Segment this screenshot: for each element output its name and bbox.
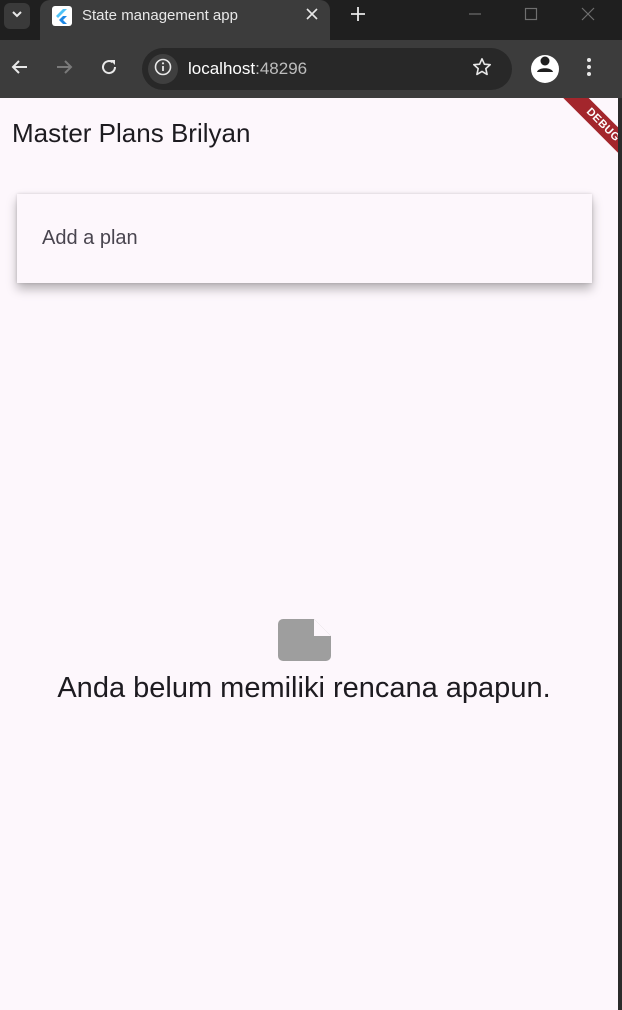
close-icon: [306, 7, 318, 25]
tab-search-button[interactable]: [4, 3, 30, 29]
add-plan-card: [17, 194, 592, 283]
window-close-button[interactable]: [576, 4, 600, 28]
close-icon: [581, 7, 595, 26]
url-text: localhost:48296: [188, 59, 307, 79]
reload-button[interactable]: [96, 56, 122, 82]
tab-close-button[interactable]: [302, 6, 322, 26]
info-icon: [154, 58, 172, 81]
forward-button[interactable]: [51, 56, 77, 82]
browser-toolbar: localhost:48296: [0, 40, 622, 98]
reload-icon: [100, 58, 118, 81]
maximize-button[interactable]: [519, 4, 543, 28]
maximize-icon: [524, 7, 538, 26]
minimize-icon: [468, 7, 482, 26]
url-port: :48296: [255, 59, 308, 78]
empty-state-message: Anda belum memiliki rencana apapun.: [57, 672, 551, 704]
arrow-left-icon: [11, 58, 29, 81]
browser-menu-button[interactable]: [576, 56, 602, 82]
bookmark-button[interactable]: [470, 57, 494, 81]
add-plan-input[interactable]: [17, 194, 592, 283]
chevron-down-icon: [10, 7, 24, 26]
star-icon: [472, 57, 492, 82]
address-bar[interactable]: localhost:48296: [142, 48, 512, 90]
browser-tab[interactable]: State management app: [40, 0, 330, 40]
note-icon: [278, 619, 331, 661]
arrow-right-icon: [55, 58, 73, 81]
plus-icon: [350, 6, 366, 27]
more-vertical-icon: [586, 57, 592, 82]
app-viewport: Master Plans Brilyan DEBUG Anda belum me…: [0, 98, 618, 1010]
window-edge: [618, 98, 622, 1010]
debug-banner: DEBUG: [557, 98, 618, 171]
new-tab-button[interactable]: [346, 4, 370, 28]
url-host: localhost: [188, 59, 256, 78]
tab-strip: State management app: [0, 0, 622, 40]
minimize-button[interactable]: [463, 4, 487, 28]
tab-title: State management app: [82, 7, 238, 24]
back-button[interactable]: [7, 56, 33, 82]
flutter-icon: [52, 6, 72, 26]
site-info-button[interactable]: [148, 54, 178, 84]
avatar-icon: [531, 55, 559, 83]
profile-button[interactable]: [531, 55, 559, 83]
page-title: Master Plans Brilyan: [12, 118, 251, 148]
